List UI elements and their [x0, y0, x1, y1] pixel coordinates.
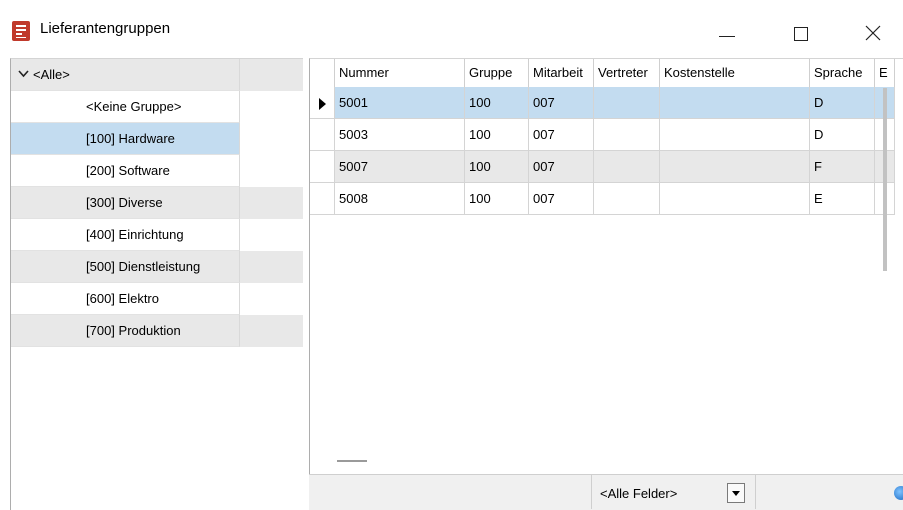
- tree-root-label: <Alle>: [33, 67, 70, 82]
- row-indicator-cell[interactable]: [310, 183, 335, 215]
- table-cell[interactable]: D: [810, 119, 875, 151]
- tree-row-extension: [240, 155, 303, 187]
- column-header[interactable]: Gruppe: [465, 59, 529, 87]
- maximize-button[interactable]: [778, 10, 824, 50]
- maximize-icon: [794, 27, 808, 41]
- table-cell[interactable]: 5007: [335, 151, 465, 183]
- window: Lieferantengruppen <Alle> <Keine Gruppe>: [0, 0, 903, 510]
- table-cell[interactable]: 007: [529, 151, 594, 183]
- table-cell[interactable]: [660, 183, 810, 215]
- tree-item-label: [100] Hardware: [86, 131, 175, 146]
- table-cell[interactable]: F: [810, 151, 875, 183]
- tree-item-cell: <Keine Gruppe>: [11, 91, 240, 123]
- tree-row-extension: [240, 59, 303, 91]
- tree-item-label: [600] Elektro: [86, 291, 159, 306]
- current-row-icon: [319, 98, 326, 110]
- table-cell[interactable]: D: [810, 87, 875, 119]
- table-cell[interactable]: 5008: [335, 183, 465, 215]
- window-title: Lieferantengruppen: [40, 20, 171, 37]
- tree-item-cell: [400] Einrichtung: [11, 219, 240, 251]
- tree-item-cell: [200] Software: [11, 155, 240, 187]
- globe-icon[interactable]: [894, 486, 903, 500]
- minimize-icon: [719, 36, 735, 37]
- field-select-dropdown-button[interactable]: [727, 483, 745, 503]
- tree-root-cell: <Alle>: [11, 59, 240, 91]
- tree-row-extension: [240, 283, 303, 315]
- vertical-scrollbar[interactable]: [883, 88, 887, 271]
- supplier-grid: Nummer Gruppe Mitarbeit Vertreter Kostenstel…: [309, 58, 903, 510]
- row-indicator-cell[interactable]: [310, 151, 335, 183]
- table-cell[interactable]: E: [810, 183, 875, 215]
- field-select-value[interactable]: <Alle Felder>: [600, 486, 677, 501]
- column-header[interactable]: Kostenstelle: [660, 59, 810, 87]
- dropdown-arrow-icon: [732, 491, 740, 496]
- app-icon: [12, 21, 30, 41]
- tree-item-cell: [300] Diverse: [11, 187, 240, 219]
- table-cell[interactable]: 5003: [335, 119, 465, 151]
- row-indicator-cell[interactable]: [310, 119, 335, 151]
- table-cell[interactable]: [594, 183, 660, 215]
- table-cell[interactable]: [594, 87, 660, 119]
- table-cell[interactable]: [660, 87, 810, 119]
- table-cell[interactable]: 100: [465, 87, 529, 119]
- close-icon: [865, 25, 881, 41]
- filter-divider: [755, 475, 756, 509]
- tree-item-label: <Keine Gruppe>: [86, 99, 182, 114]
- chevron-down-icon[interactable]: [18, 70, 29, 78]
- table-cell[interactable]: 007: [529, 119, 594, 151]
- tree-item-cell: [500] Dienstleistung: [11, 251, 240, 283]
- table-cell[interactable]: [594, 151, 660, 183]
- table-cell[interactable]: 100: [465, 183, 529, 215]
- tree-row-extension: [240, 123, 303, 155]
- tree-item-label: [700] Produktion: [86, 323, 181, 338]
- tree-row-extension: [240, 315, 303, 347]
- tree-item-label: [200] Software: [86, 163, 170, 178]
- column-header[interactable]: E: [875, 59, 895, 87]
- table-cell[interactable]: 100: [465, 151, 529, 183]
- tree-item-label: [400] Einrichtung: [86, 227, 184, 242]
- row-header-corner: [310, 59, 335, 87]
- tree-row-extension: [240, 91, 303, 123]
- tree-row-extension: [240, 187, 303, 219]
- table-cell[interactable]: [660, 119, 810, 151]
- group-tree: <Alle> <Keine Gruppe> [100] Hardware [200]…: [10, 58, 303, 510]
- table-cell[interactable]: 5001: [335, 87, 465, 119]
- minimize-button[interactable]: [705, 10, 751, 50]
- row-indicator-cell[interactable]: [310, 87, 335, 119]
- title-bar: Lieferantengruppen: [0, 0, 903, 54]
- table-cell[interactable]: [594, 119, 660, 151]
- tree-item-label: [300] Diverse: [86, 195, 163, 210]
- column-header[interactable]: Nummer: [335, 59, 465, 87]
- table-cell[interactable]: [660, 151, 810, 183]
- column-header[interactable]: Sprache: [810, 59, 875, 87]
- filter-divider: [591, 475, 592, 509]
- tree-row-extension: [240, 219, 303, 251]
- table-cell[interactable]: 007: [529, 87, 594, 119]
- tree-item-cell: [100] Hardware: [11, 123, 240, 155]
- splitter-handle[interactable]: [337, 460, 367, 462]
- close-button[interactable]: [851, 10, 897, 50]
- tree-item-label: [500] Dienstleistung: [86, 259, 201, 274]
- tree-item-cell: [700] Produktion: [11, 315, 240, 347]
- table-cell[interactable]: 007: [529, 183, 594, 215]
- column-header[interactable]: Vertreter: [594, 59, 660, 87]
- tree-item-cell: [600] Elektro: [11, 283, 240, 315]
- column-header[interactable]: Mitarbeit: [529, 59, 594, 87]
- tree-row-extension: [240, 251, 303, 283]
- table-cell[interactable]: 100: [465, 119, 529, 151]
